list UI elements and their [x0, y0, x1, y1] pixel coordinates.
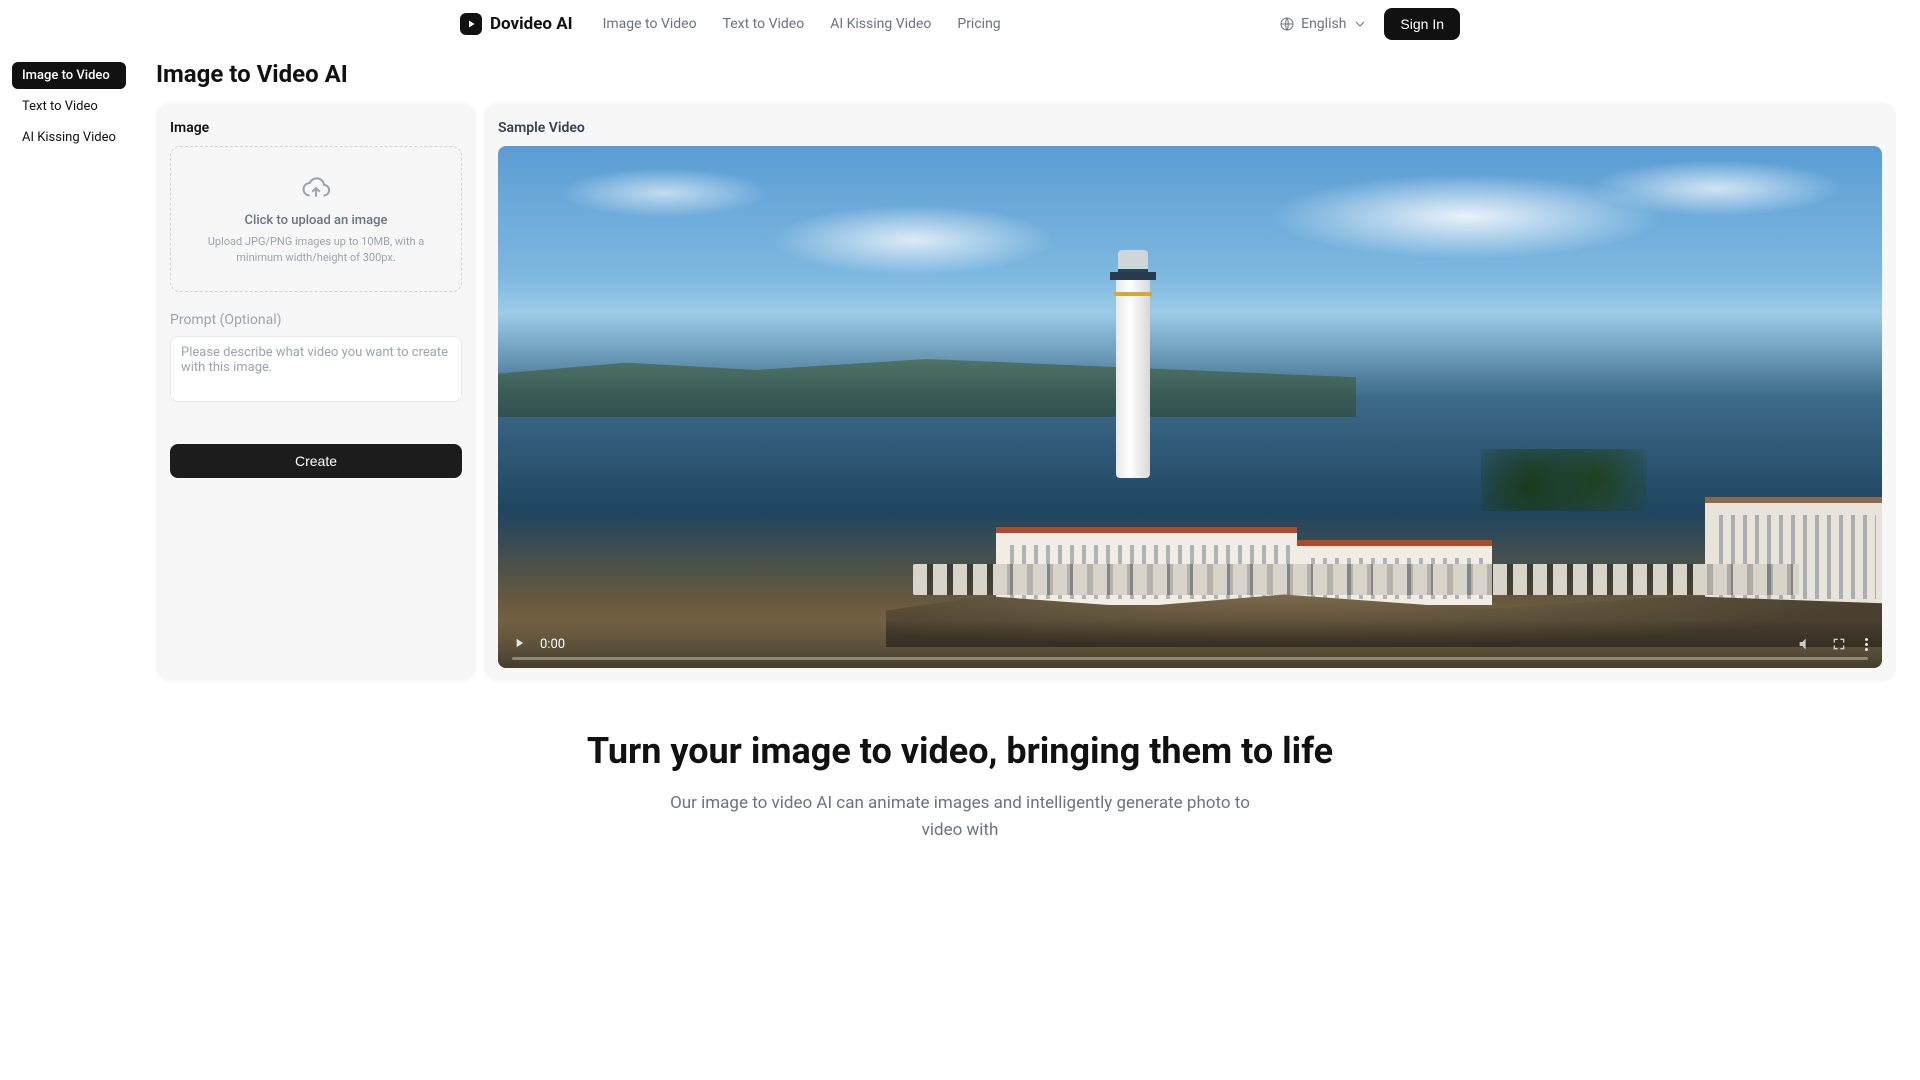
logo[interactable]: Dovideo AI [460, 13, 573, 35]
preview-panel: Sample Video [484, 102, 1896, 682]
primary-nav: Image to Video Text to Video AI Kissing … [603, 16, 1001, 32]
nav-image-to-video[interactable]: Image to Video [603, 16, 697, 32]
sample-video[interactable]: 0:00 [498, 146, 1882, 668]
play-icon [512, 636, 526, 650]
nav-ai-kissing-video[interactable]: AI Kissing Video [830, 16, 931, 32]
upload-title: Click to upload an image [245, 213, 388, 228]
image-label: Image [170, 120, 462, 136]
upload-area[interactable]: Click to upload an image Upload JPG/PNG … [170, 146, 462, 292]
fullscreen-icon[interactable] [1831, 636, 1847, 652]
upload-subtitle: Upload JPG/PNG images up to 10MB, with a… [189, 234, 443, 265]
hero-subtitle: Our image to video AI can animate images… [650, 790, 1270, 844]
side-tab-text-to-video[interactable]: Text to Video [12, 93, 126, 120]
video-frame-sky [498, 146, 1882, 381]
video-frame-lighthouse [1107, 250, 1159, 478]
nav-pricing[interactable]: Pricing [957, 16, 1000, 32]
hero-title: Turn your image to video, bringing them … [40, 730, 1880, 772]
prompt-optional: (Optional) [220, 312, 282, 328]
volume-icon[interactable] [1797, 636, 1813, 652]
main: Image to Video AI Image Click to upload … [156, 60, 1896, 682]
sample-video-label: Sample Video [498, 120, 1882, 136]
nav-text-to-video[interactable]: Text to Video [723, 16, 805, 32]
language-selector[interactable]: English [1279, 16, 1368, 32]
video-controls: 0:00 [498, 620, 1882, 668]
play-button[interactable] [512, 635, 526, 654]
brand-name: Dovideo AI [490, 14, 573, 34]
side-tabs: Image to Video Text to Video AI Kissing … [12, 62, 126, 151]
logo-icon [460, 13, 482, 35]
prompt-label: Prompt (Optional) [170, 312, 462, 328]
video-frame-arches [913, 564, 1799, 595]
upload-cloud-icon [301, 173, 331, 203]
video-progress[interactable] [512, 657, 1868, 660]
chevron-down-icon [1352, 16, 1368, 32]
input-panel: Image Click to upload an image Upload JP… [156, 102, 476, 682]
side-tab-image-to-video[interactable]: Image to Video [12, 62, 126, 89]
language-label: English [1301, 16, 1346, 32]
more-icon[interactable] [1865, 638, 1868, 651]
prompt-input[interactable] [170, 336, 462, 402]
side-tab-ai-kissing-video[interactable]: AI Kissing Video [12, 124, 126, 151]
signin-button[interactable]: Sign In [1384, 8, 1460, 40]
video-time: 0:00 [540, 637, 565, 652]
header: Dovideo AI Image to Video Text to Video … [0, 0, 1920, 48]
globe-icon [1279, 16, 1295, 32]
hero-section: Turn your image to video, bringing them … [0, 730, 1920, 844]
create-button[interactable]: Create [170, 444, 462, 478]
page-title: Image to Video AI [156, 60, 1896, 88]
